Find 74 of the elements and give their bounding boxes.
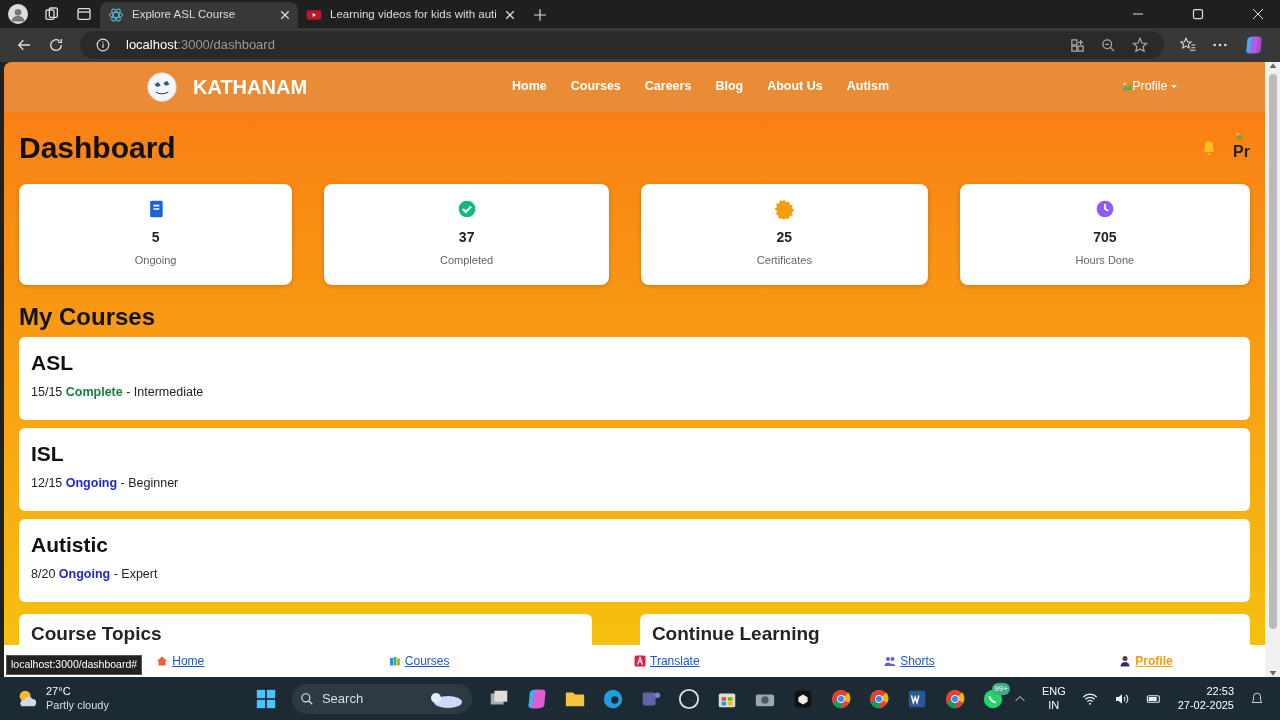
tab-title: Learning videos for kids with auti [330, 7, 497, 23]
home-icon [156, 655, 169, 668]
info-icon[interactable] [96, 38, 110, 52]
chrome-icon[interactable] [829, 687, 852, 710]
stat-label: Certificates [756, 253, 812, 269]
logo-icon[interactable] [147, 71, 177, 102]
chrome-icon[interactable] [867, 687, 890, 710]
translate-icon [634, 655, 647, 668]
close-icon[interactable] [280, 10, 290, 20]
scrollbar-thumb[interactable] [1268, 74, 1277, 629]
stat-label: Completed [440, 253, 494, 269]
edge-icon[interactable] [601, 687, 624, 710]
search-icon [299, 691, 314, 706]
play-icon [306, 7, 322, 23]
broken-image-icon [1121, 81, 1133, 93]
chrome-icon[interactable] [943, 687, 966, 710]
panel-title: Course Topics [31, 622, 163, 646]
browser-tab[interactable]: Explore ASL Course [100, 2, 298, 28]
atom-icon [108, 7, 124, 23]
start-icon[interactable] [255, 688, 276, 709]
copilot-icon[interactable] [525, 687, 548, 710]
star-icon[interactable] [1132, 37, 1148, 53]
course-name: Autistic [31, 532, 109, 559]
person-icon [1119, 655, 1132, 668]
stat-label: Ongoing [134, 253, 177, 269]
books-icon [388, 655, 401, 668]
course-card[interactable]: ISL 12/15 Ongoing - Beginner [19, 428, 1250, 512]
zoom-out-icon[interactable] [1101, 37, 1116, 53]
course-name: ASL [31, 350, 74, 377]
course-card[interactable]: ASL 15/15 Complete - Intermediate [19, 337, 1250, 421]
bell-icon[interactable] [1250, 691, 1264, 706]
tab-actions-icon[interactable] [76, 6, 92, 22]
course-progress-text: 12/15 Ongoing - Beginner [31, 474, 180, 492]
avatar-alt-text: Pr [1233, 141, 1250, 162]
stat-value: 5 [151, 228, 160, 248]
language-indicator[interactable]: ENG IN [1041, 684, 1066, 713]
stat-label: Hours Done [1075, 253, 1135, 269]
address-bar[interactable]: localhost:3000/dashboard [80, 31, 1164, 59]
new-tab-icon[interactable] [532, 8, 547, 22]
close-icon[interactable] [1252, 8, 1264, 20]
avatar-icon[interactable] [8, 4, 28, 24]
copilot-icon[interactable] [1244, 35, 1264, 55]
stat-value: 25 [776, 228, 793, 248]
course-progress-text: 15/15 Complete - Intermediate [31, 383, 205, 401]
favorites-icon[interactable] [1180, 37, 1196, 53]
weather-condition: Partly cloudy [46, 698, 109, 713]
temperature: 27°C [46, 684, 72, 699]
back-icon[interactable] [16, 37, 32, 53]
search-field[interactable]: Search [291, 683, 472, 714]
status-url-tooltip: localhost:3000/dashboard# [6, 655, 143, 675]
section-title: My Courses [19, 302, 157, 332]
url-text: localhost:3000/dashboard [126, 36, 276, 55]
page-title: Dashboard [19, 129, 177, 166]
browser-tab[interactable]: Learning videos for kids with auti [298, 2, 523, 28]
stat-value: 705 [1093, 228, 1117, 248]
course-card[interactable]: Autistic 8/20 Ongoing - Expert [19, 519, 1250, 603]
maximize-icon[interactable] [1192, 8, 1204, 20]
refresh-icon[interactable] [48, 37, 64, 53]
course-name: ISL [31, 441, 65, 468]
notification-badge: 99+ [992, 682, 1010, 695]
scrollbar[interactable] [1265, 62, 1280, 677]
bottom-nav-link[interactable]: Translate [634, 652, 700, 671]
workspaces-icon[interactable] [44, 6, 60, 22]
bottom-nav-link[interactable]: Courses [388, 652, 450, 671]
close-icon[interactable] [504, 10, 515, 20]
tab-title: Explore ASL Course [132, 7, 237, 23]
people-icon [884, 655, 897, 668]
course-progress-text: 8/20 Ongoing - Expert [31, 565, 159, 583]
clock[interactable]: 22:53 27-02-2025 [1177, 684, 1234, 713]
bottom-nav-link[interactable]: Shorts [884, 652, 935, 671]
apps-icon[interactable] [1070, 37, 1085, 53]
stat-value: 37 [458, 228, 475, 248]
bottom-nav-link[interactable]: Home [156, 652, 205, 671]
panel-title: Continue Learning [651, 622, 821, 646]
